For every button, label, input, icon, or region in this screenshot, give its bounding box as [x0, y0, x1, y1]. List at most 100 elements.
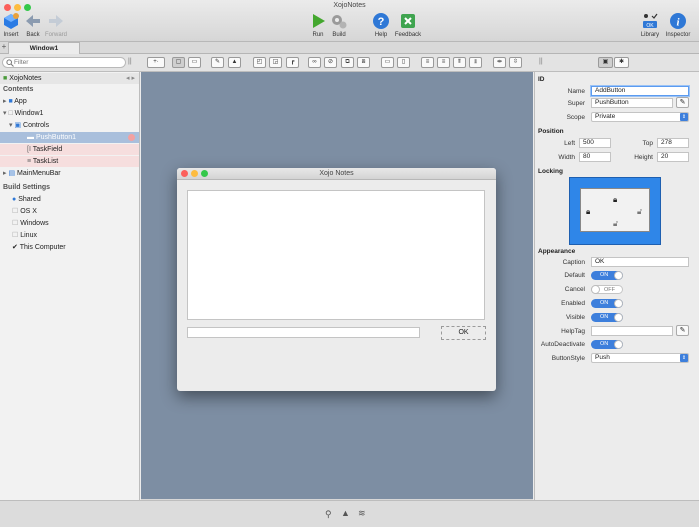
locking-section-header: Locking — [538, 168, 563, 175]
radio-selected-icon: ● — [12, 196, 17, 203]
disclosure-right-icon[interactable]: ▸ — [3, 98, 7, 105]
lock-top-icon[interactable]: 🔒︎ — [613, 195, 617, 205]
search-icon[interactable]: ⚲ — [325, 509, 332, 520]
properties-tab-icon[interactable]: ▣ — [598, 57, 613, 68]
tab-window1[interactable]: Window1 — [8, 42, 80, 54]
helptag-edit-pencil-icon[interactable]: ✎ — [676, 325, 689, 336]
build-button[interactable]: Build — [330, 12, 348, 38]
lock-icon[interactable]: ▲ — [228, 57, 241, 68]
lock-left-icon[interactable]: 🔒︎ — [586, 207, 590, 217]
taskfield-textfield[interactable] — [187, 327, 420, 338]
align-left-icon[interactable]: ≡ — [421, 57, 434, 68]
locking-preview: 🔒︎ 🔒︎ 🔓︎ 🔓︎ — [580, 188, 650, 232]
align-horizontal-icon[interactable]: ▭ — [381, 57, 394, 68]
settings-gear-icon[interactable]: ✱ — [614, 57, 629, 68]
unlock-bottom-icon[interactable]: 🔓︎ — [613, 219, 618, 229]
link-icon[interactable]: ∞ — [308, 57, 321, 68]
messages-feed-icon[interactable]: ≋ — [358, 508, 366, 519]
right-pane-toggle-icon[interactable]: || — [539, 58, 543, 65]
super-label: Super — [567, 100, 585, 107]
disclosure-right-icon[interactable]: ▸ — [3, 170, 7, 177]
ungroup-icon[interactable]: ⧈ — [357, 57, 370, 68]
build-item-windows[interactable]: ☐ Windows — [0, 218, 139, 229]
height-field[interactable]: 20 — [657, 152, 689, 162]
autodeactivate-toggle[interactable]: ON — [591, 340, 623, 349]
send-back-icon[interactable]: ◲ — [269, 57, 282, 68]
search-input[interactable] — [14, 58, 124, 67]
build-item-linux[interactable]: ☐ Linux — [0, 230, 139, 241]
project-header[interactable]: ■ XojoNotes ◂ ▸ — [0, 73, 139, 84]
edit-icon[interactable]: ✎ — [211, 57, 224, 68]
name-field[interactable]: AddButton — [591, 86, 689, 96]
forward-button[interactable]: Forward — [44, 12, 68, 38]
code-view-icon[interactable]: ▭ — [188, 57, 201, 68]
search-field-wrapper[interactable] — [2, 57, 126, 68]
inspector-button[interactable]: i Inspector — [664, 12, 692, 38]
tasklist-listbox[interactable] — [187, 190, 485, 320]
warning-icon[interactable]: ▲ — [341, 508, 350, 518]
checkmark-icon[interactable]: ✔ — [12, 244, 18, 251]
visible-label: Visible — [565, 314, 585, 321]
navigator-panel: ■ XojoNotes ◂ ▸ Contents ▸ ■ App ▾ □ Win… — [0, 72, 140, 500]
bring-front-icon[interactable]: ◰ — [253, 57, 266, 68]
feedback-button[interactable]: Feedback — [393, 12, 423, 38]
distribute-horizontal-icon[interactable]: ⇹ — [493, 57, 506, 68]
unlock-right-icon[interactable]: 🔓︎ — [637, 207, 642, 217]
align-vertical-icon[interactable]: ▯ — [397, 57, 410, 68]
disclosure-down-icon[interactable]: ▾ — [3, 110, 7, 117]
buttonstyle-popup[interactable]: Push ⇕ — [591, 353, 689, 363]
add-item-dropdown[interactable]: +· — [147, 57, 165, 68]
group-icon[interactable]: ⧉ — [341, 57, 354, 68]
insert-button[interactable]: Insert — [2, 12, 20, 38]
help-button[interactable]: ? Help — [372, 12, 390, 38]
align-bottom-icon[interactable]: ⫫ — [469, 57, 482, 68]
cancel-toggle[interactable]: OFF — [591, 285, 623, 294]
align-center-icon[interactable]: ≡ — [437, 57, 450, 68]
helptag-field[interactable] — [591, 326, 673, 336]
checkbox-empty-icon[interactable]: ☐ — [12, 232, 18, 239]
nav-item-window1[interactable]: ▾ □ Window1 — [0, 108, 139, 119]
caption-field[interactable]: OK — [591, 257, 689, 267]
run-button[interactable]: Run — [309, 12, 327, 38]
visible-toggle[interactable]: ON — [591, 313, 623, 322]
nav-item-app[interactable]: ▸ ■ App — [0, 96, 139, 107]
add-button-control[interactable]: OK — [441, 326, 486, 340]
nav-item-controls[interactable]: ▾ ▣ Controls — [0, 120, 139, 131]
library-button[interactable]: OK Library — [639, 12, 661, 38]
super-edit-pencil-icon[interactable]: ✎ — [676, 97, 689, 108]
controls-folder-icon: ▣ — [14, 122, 22, 129]
nav-item-pushbutton1[interactable]: ▬ PushButton1 — [0, 132, 139, 143]
align-top-icon[interactable]: ⫪ — [453, 57, 466, 68]
distribute-vertical-icon[interactable]: ⇳ — [509, 57, 522, 68]
top-label: Top — [642, 140, 653, 147]
build-item-this-computer[interactable]: ✔ This Computer — [0, 242, 139, 253]
build-item-osx[interactable]: ☐ OS X — [0, 206, 139, 217]
height-label: Height — [634, 154, 653, 161]
nav-item-tasklist[interactable]: ≡ TaskList — [0, 156, 139, 167]
enabled-toggle[interactable]: ON — [591, 299, 623, 308]
unlink-icon[interactable]: ⊘ — [324, 57, 337, 68]
design-view-icon[interactable]: ▢ — [172, 57, 185, 68]
default-label: Default — [564, 272, 585, 279]
checkbox-empty-icon[interactable]: ☐ — [12, 208, 18, 215]
super-field[interactable]: PushButton — [591, 98, 673, 108]
default-toggle[interactable]: ON — [591, 271, 623, 280]
nav-item-taskfield[interactable]: [I TaskField — [0, 144, 139, 155]
corner-icon[interactable]: ┏ — [286, 57, 299, 68]
disclosure-down-icon[interactable]: ▾ — [9, 122, 13, 129]
locking-widget[interactable]: 🔒︎ 🔒︎ 🔓︎ 🔓︎ — [569, 177, 661, 245]
back-button[interactable]: Back — [24, 12, 42, 38]
build-item-shared[interactable]: ● Shared — [0, 194, 139, 205]
left-pane-toggle-icon[interactable]: || — [128, 58, 132, 65]
scope-popup[interactable]: Private ⇕ — [591, 112, 689, 122]
add-tab-button[interactable]: + — [0, 42, 8, 53]
checkbox-empty-icon[interactable]: ☐ — [12, 220, 18, 227]
left-label: Left — [564, 140, 575, 147]
nav-item-mainmenubar[interactable]: ▸ ▤ MainMenuBar — [0, 168, 139, 179]
left-field[interactable]: 500 — [579, 138, 611, 148]
top-field[interactable]: 278 — [657, 138, 689, 148]
appearance-section-header: Appearance — [538, 248, 576, 255]
history-arrows-icon[interactable]: ◂ ▸ — [126, 73, 135, 84]
design-window[interactable]: Xojo Notes OK — [177, 168, 496, 391]
width-field[interactable]: 80 — [579, 152, 611, 162]
